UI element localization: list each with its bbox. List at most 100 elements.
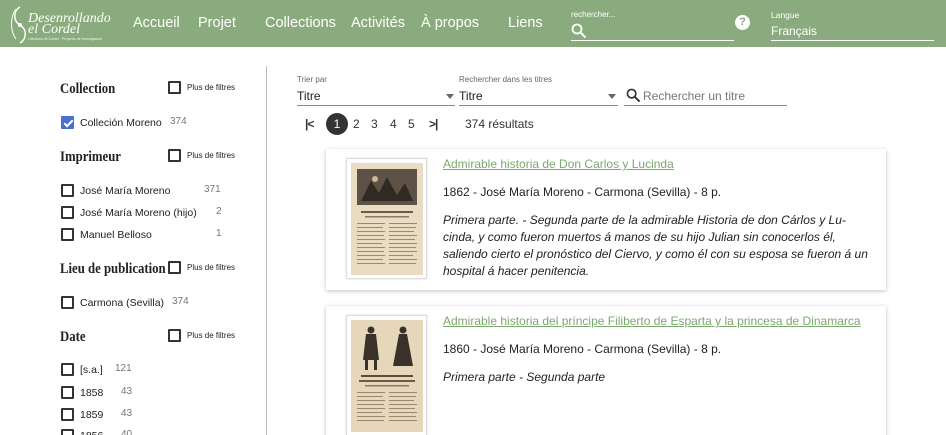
language-underline <box>771 40 934 41</box>
facet-checkbox[interactable] <box>61 228 74 241</box>
header-search-label: rechercher... <box>571 10 616 19</box>
search-in-select[interactable]: Titre <box>459 89 483 103</box>
page-button[interactable]: 3 <box>371 117 378 131</box>
last-page-button[interactable]: >| <box>429 117 438 131</box>
more-filters-checkbox[interactable] <box>168 81 181 94</box>
more-filters-imprimeur[interactable]: Plus de filtres <box>168 149 235 162</box>
facet-item-label: Manuel Belloso <box>80 228 152 241</box>
facet-item[interactable]: Colleción Moreno <box>61 116 162 129</box>
nav-liens[interactable]: Liens <box>508 15 543 31</box>
facet-item[interactable]: 1858 <box>61 386 103 399</box>
top-navbar: Desenrollando el Cordel Literatura de Co… <box>0 0 946 47</box>
more-filters-label: Plus de filtres <box>187 331 236 340</box>
facet-item-label: 1858 <box>80 386 104 399</box>
logo-tagline: Literatura de Cordel · Proyecto de inves… <box>28 37 102 41</box>
facet-title-lieu: Lieu de publication <box>60 261 166 277</box>
site-logo[interactable]: Desenrollando el Cordel Literatura de Co… <box>10 3 111 45</box>
more-filters-checkbox[interactable] <box>168 149 181 162</box>
results-count: 374 résultats <box>465 117 534 131</box>
more-filters-label: Plus de filtres <box>187 263 236 272</box>
header-search-input[interactable] <box>590 22 730 39</box>
nav-activites[interactable]: Activités <box>351 15 405 31</box>
more-filters-lieu[interactable]: Plus de filtres <box>168 261 235 274</box>
result-meta: 1862 - José María Moreno - Carmona (Sevi… <box>443 185 722 199</box>
facet-checkbox[interactable] <box>61 429 74 435</box>
chevron-down-icon[interactable] <box>608 94 616 99</box>
result-title-link[interactable]: Admirable historia de Don Carlos y Lucin… <box>443 157 674 171</box>
facet-item-count: 2 <box>216 206 222 217</box>
result-meta: 1860 - José María Moreno - Carmona (Sevi… <box>443 342 722 356</box>
facet-checkbox-checked[interactable] <box>61 116 74 129</box>
logo-line-2: el Cordel <box>28 22 80 37</box>
facet-item-count: 371 <box>204 184 221 195</box>
facet-item-count: 1 <box>216 228 222 239</box>
facet-checkbox[interactable] <box>61 296 74 309</box>
nav-a-propos[interactable]: À propos <box>421 15 479 31</box>
facet-item-label: José María Moreno (hijo) <box>80 206 197 219</box>
sort-select[interactable]: Titre <box>297 89 321 103</box>
page-button[interactable]: 4 <box>390 117 397 131</box>
pliego-cover-image <box>351 320 423 432</box>
facet-checkbox[interactable] <box>61 184 74 197</box>
facet-item-label: José María Moreno <box>80 184 171 197</box>
facet-item-label: Carmona (Sevilla) <box>80 296 165 309</box>
nav-collections[interactable]: Collections <box>265 15 336 31</box>
facet-checkbox[interactable] <box>61 408 74 421</box>
nav-projet[interactable]: Projet <box>198 15 236 31</box>
chevron-down-icon[interactable] <box>446 94 454 99</box>
sidebar-divider <box>266 66 267 435</box>
search-icon[interactable] <box>571 23 587 39</box>
language-select[interactable]: Français <box>771 24 817 38</box>
facet-item[interactable]: José María Moreno (hijo) <box>61 206 197 219</box>
facet-checkbox[interactable] <box>61 363 74 376</box>
help-icon[interactable]: ? <box>735 15 750 30</box>
more-filters-label: Plus de filtres <box>187 83 236 92</box>
pliego-cover-image <box>351 163 423 275</box>
result-thumbnail[interactable] <box>346 315 427 435</box>
facet-item[interactable]: Manuel Belloso <box>61 228 152 241</box>
result-thumbnail[interactable] <box>346 158 427 279</box>
search-in-label: Rechercher dans les titres <box>459 75 552 84</box>
more-filters-checkbox[interactable] <box>168 261 181 274</box>
more-filters-date[interactable]: Plus de filtres <box>168 329 235 342</box>
title-search-input[interactable] <box>643 88 786 104</box>
sort-label: Trier par <box>297 75 327 84</box>
result-title-link[interactable]: Admirable historia del príncipe Filibert… <box>443 314 861 328</box>
first-page-button[interactable]: |< <box>305 117 314 131</box>
facet-item-count: 121 <box>115 363 132 374</box>
nav-accueil[interactable]: Accueil <box>133 15 180 31</box>
result-card[interactable]: Admirable historia de Don Carlos y Lucin… <box>326 149 886 290</box>
facet-title-date: Date <box>60 329 86 345</box>
more-filters-checkbox[interactable] <box>168 329 181 342</box>
page-button-current[interactable]: 1 <box>326 113 348 135</box>
facet-checkbox[interactable] <box>61 206 74 219</box>
title-search-underline <box>624 105 787 106</box>
facet-item-count: 40 <box>121 429 133 435</box>
facet-item-count: 374 <box>170 116 187 127</box>
facet-item[interactable]: 1856 <box>61 429 103 435</box>
facet-item-count: 43 <box>121 408 133 419</box>
header-search-underline <box>571 40 734 41</box>
facet-item[interactable]: [s.a.] <box>61 363 103 376</box>
facet-item-label: 1856 <box>80 430 103 435</box>
page-button[interactable]: 5 <box>408 117 415 131</box>
result-description: Primera parte - Segunda parte <box>443 370 606 384</box>
facet-item-count: 43 <box>121 386 133 397</box>
more-filters-collection[interactable]: Plus de filtres <box>168 81 235 94</box>
facet-checkbox[interactable] <box>61 386 74 399</box>
more-filters-label: Plus de filtres <box>187 151 236 160</box>
search-icon[interactable] <box>626 88 641 103</box>
facet-item-label: 1859 <box>80 408 104 421</box>
page-button[interactable]: 2 <box>353 117 360 131</box>
sort-underline <box>297 105 455 106</box>
facet-title-imprimeur: Imprimeur <box>60 149 121 165</box>
facet-item[interactable]: José María Moreno <box>61 184 170 197</box>
language-label: Langue <box>771 10 800 20</box>
facet-item[interactable]: Carmona (Sevilla) <box>61 296 164 309</box>
facet-item-label: [s.a.] <box>80 363 103 376</box>
facet-item-count: 374 <box>172 296 189 307</box>
search-in-underline <box>459 105 618 106</box>
result-card[interactable]: Admirable historia del príncipe Filibert… <box>326 306 886 435</box>
result-description: Primera parte. - Segunda parte de la adm… <box>443 213 868 278</box>
facet-item[interactable]: 1859 <box>61 408 103 421</box>
